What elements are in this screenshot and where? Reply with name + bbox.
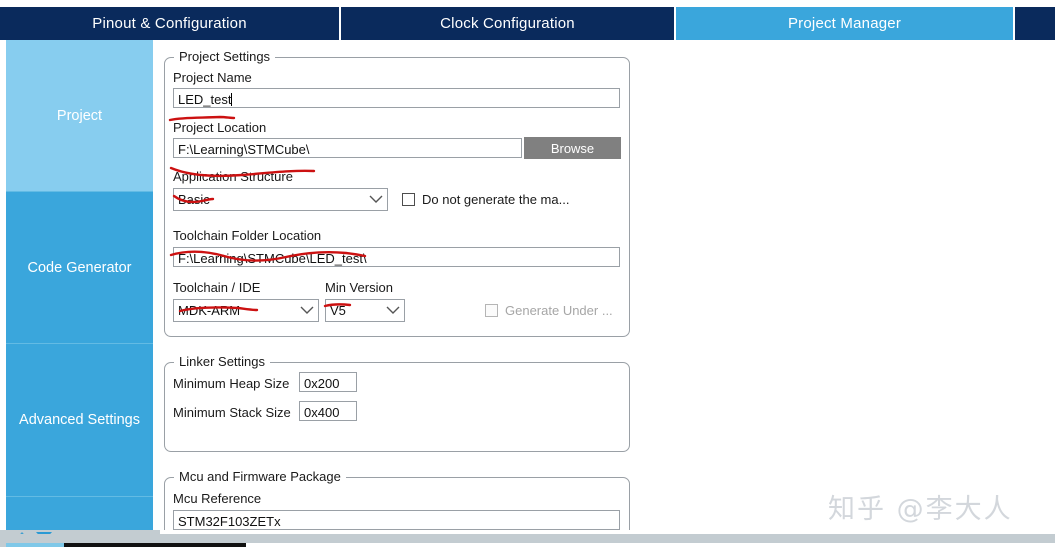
group-legend-mcu-firmware-package: Mcu and Firmware Package (174, 469, 346, 484)
do-not-generate-main-label: Do not generate the ma... (422, 192, 570, 207)
toolchain-ide-value: MDK-ARM (178, 303, 241, 318)
bottom-scroll-strip[interactable] (0, 534, 1055, 543)
tab-clock-configuration[interactable]: Clock Configuration (341, 7, 676, 40)
sidebar-item-code-generator[interactable]: Code Generator (6, 192, 153, 344)
chevron-down-icon (365, 189, 387, 210)
sidebar-item-partial[interactable] (6, 497, 153, 529)
tab-pinout-configuration[interactable]: Pinout & Configuration (0, 7, 341, 40)
generate-under-checkbox-row: Generate Under ... (485, 303, 613, 318)
tab-label: Project Manager (787, 15, 902, 32)
browse-button[interactable]: Browse (524, 137, 621, 159)
watermark: 知乎 @李大人 (828, 494, 1013, 525)
label-min-version: Min Version (325, 280, 393, 295)
sidebar-item-project[interactable]: Project (6, 40, 153, 192)
sidebar-item-label: Project (56, 107, 103, 124)
label-toolchain-folder-location: Toolchain Folder Location (173, 228, 322, 243)
label-minimum-heap-size: Minimum Heap Size (173, 376, 290, 391)
group-project-settings: Project Settings Project Name LED_test P… (164, 49, 630, 337)
project-name-input[interactable]: LED_test (173, 88, 620, 108)
label-project-name: Project Name (173, 70, 252, 85)
bottom-accent-left (6, 543, 64, 547)
chevron-down-icon (382, 300, 404, 321)
label-minimum-stack-size: Minimum Stack Size (173, 405, 291, 420)
label-application-structure: Application Structure (173, 169, 293, 184)
label-mcu-reference: Mcu Reference (173, 491, 262, 506)
group-linker-settings: Linker Settings Minimum Heap Size 0x200 … (164, 354, 630, 452)
min-version-select[interactable]: V5 (325, 299, 405, 322)
application-structure-value: Basic (178, 192, 210, 207)
toolchain-folder-location-input[interactable]: F:\Learning\STMCube\LED_test\ (173, 247, 620, 267)
mcu-reference-input[interactable]: STM32F103ZETx (173, 510, 620, 530)
do-not-generate-main-checkbox-row[interactable]: Do not generate the ma... (402, 192, 569, 207)
toolchain-ide-select[interactable]: MDK-ARM (173, 299, 319, 322)
minimum-heap-size-input[interactable]: 0x200 (299, 372, 357, 392)
minimum-stack-size-input[interactable]: 0x400 (299, 401, 357, 421)
project-settings-panel: Project Settings Project Name LED_test P… (160, 42, 1055, 547)
bottom-accent-bar (64, 543, 246, 547)
generate-under-label: Generate Under ... (505, 303, 613, 318)
tab-label: Pinout & Configuration (92, 15, 247, 32)
project-manager-sidebar: Project Code Generator Advanced Settings (6, 40, 153, 530)
min-version-value: V5 (330, 303, 346, 318)
sidebar-item-advanced-settings[interactable]: Advanced Settings (6, 344, 153, 497)
project-location-input[interactable]: F:\Learning\STMCube\ (173, 138, 522, 158)
tab-bar-filler (1015, 7, 1055, 40)
do-not-generate-main-checkbox[interactable] (402, 193, 415, 206)
tab-project-manager[interactable]: Project Manager (676, 7, 1015, 40)
sidebar-item-label: Advanced Settings (19, 412, 140, 428)
generate-under-checkbox (485, 304, 498, 317)
sidebar-item-label: Code Generator (27, 259, 132, 276)
application-structure-select[interactable]: Basic (173, 188, 388, 211)
label-project-location: Project Location (173, 120, 267, 135)
group-legend-linker-settings: Linker Settings (174, 354, 270, 369)
tab-label: Clock Configuration (440, 15, 575, 32)
label-toolchain-ide: Toolchain / IDE (173, 280, 261, 295)
chevron-down-icon (296, 300, 318, 321)
main-tab-bar: Pinout & Configuration Clock Configurati… (0, 7, 1055, 40)
group-legend-project-settings: Project Settings (174, 49, 276, 64)
stm32cubemx-window: Pinout & Configuration Clock Configurati… (0, 0, 1055, 547)
